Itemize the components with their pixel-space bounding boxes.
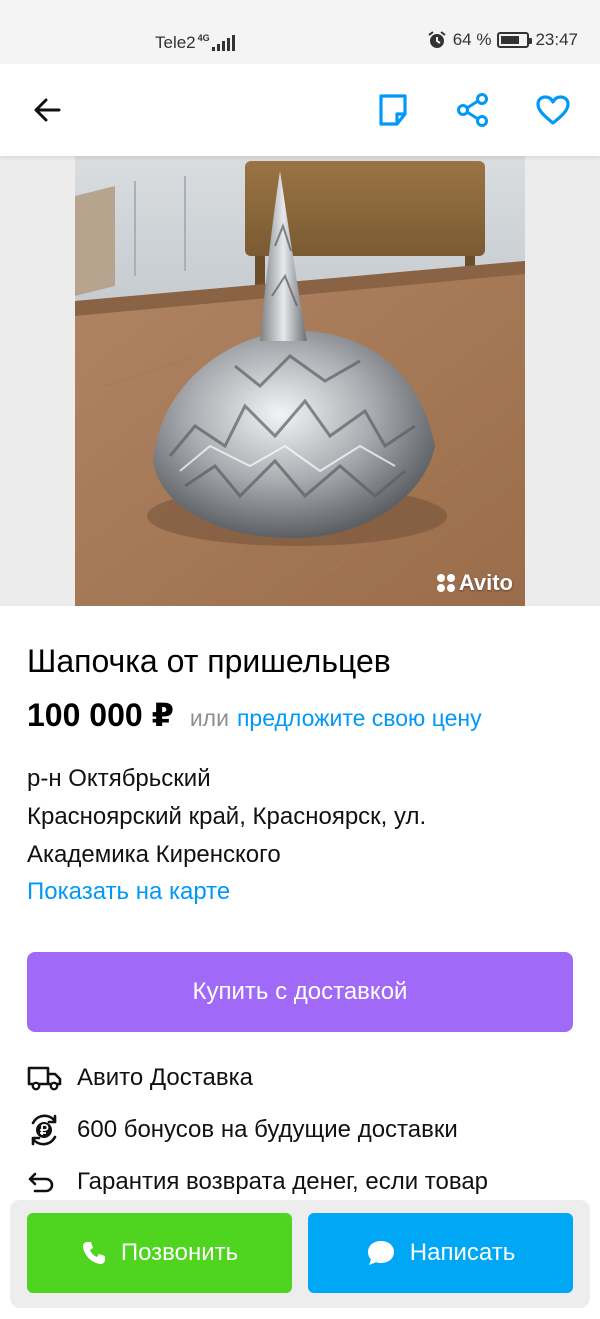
- avito-watermark: Avito: [436, 570, 513, 596]
- offer-price-link[interactable]: предложите свою цену: [237, 705, 482, 732]
- feature-label: Авито Доставка: [77, 1064, 253, 1091]
- alarm-icon: [428, 31, 446, 48]
- chat-bubble-icon: [367, 1241, 394, 1265]
- status-right: 64 % 23:47: [427, 30, 578, 50]
- favorite-button[interactable]: [531, 88, 575, 132]
- photo-tinfoil-hat: [75, 156, 525, 606]
- price-row: 100 000 ₽ или предложите свою цену: [27, 696, 573, 734]
- avito-logo-icon: [436, 574, 455, 592]
- listing-price: 100 000 ₽: [27, 697, 174, 733]
- note-icon: [379, 94, 407, 126]
- heart-icon: [536, 95, 570, 125]
- status-bar: Tele2 4G 64 % 23:47: [0, 0, 600, 64]
- listing-details: Шапочка от пришельцев 100 000 ₽ или пред…: [27, 606, 573, 1208]
- delivery-features: Авито Доставка 600 бонусов на будущие до…: [27, 1052, 573, 1208]
- write-message-button[interactable]: Написать: [308, 1213, 573, 1293]
- phone-icon: [82, 1242, 105, 1264]
- contact-action-bar: Позвонить Написать: [10, 1200, 590, 1308]
- battery-percent: 64 %: [452, 30, 492, 49]
- buy-with-delivery-button[interactable]: Купить с доставкой: [27, 952, 573, 1032]
- feature-bonuses: 600 бонусов на будущие доставки: [27, 1104, 573, 1156]
- feature-label: Гарантия возврата денег, если товар: [77, 1168, 489, 1195]
- listing-title: Шапочка от пришельцев: [27, 643, 391, 679]
- share-icon: [457, 93, 488, 127]
- signal-icon: [211, 35, 235, 51]
- photo-gallery[interactable]: Avito: [0, 156, 600, 606]
- share-button[interactable]: [451, 88, 495, 132]
- truck-icon: [27, 1066, 62, 1091]
- carrier-info: Tele2 4G: [155, 33, 235, 53]
- note-button[interactable]: [371, 88, 415, 132]
- battery-icon: [497, 32, 533, 48]
- return-arrow-icon: [28, 1172, 54, 1193]
- message-label: Написать: [409, 1239, 516, 1266]
- back-button[interactable]: [25, 88, 69, 132]
- app-header: [0, 64, 600, 156]
- feature-avito-delivery: Авито Доставка: [27, 1052, 573, 1104]
- clock: 23:47: [535, 30, 578, 49]
- feature-label: 600 бонусов на будущие доставки: [77, 1116, 458, 1143]
- arrow-left-icon: [34, 98, 61, 122]
- watermark-text: Avito: [458, 570, 513, 595]
- address-street: Красноярский край, Красноярск, ул.: [27, 803, 427, 830]
- carrier-name: Tele2: [155, 33, 196, 52]
- ruble-bonus-icon: [31, 1114, 57, 1146]
- address-street-cont: Академика Киренского: [27, 841, 281, 868]
- or-text: или: [189, 705, 229, 731]
- listing-photo[interactable]: Avito: [75, 156, 525, 606]
- network-type: 4G: [197, 33, 210, 43]
- address-district: р-н Октябрьский: [27, 765, 211, 792]
- call-button[interactable]: Позвонить: [27, 1213, 292, 1293]
- call-label: Позвонить: [120, 1239, 239, 1266]
- address: р-н Октябрьский Красноярский край, Красн…: [27, 760, 573, 874]
- show-on-map-link[interactable]: Показать на карте: [27, 878, 573, 906]
